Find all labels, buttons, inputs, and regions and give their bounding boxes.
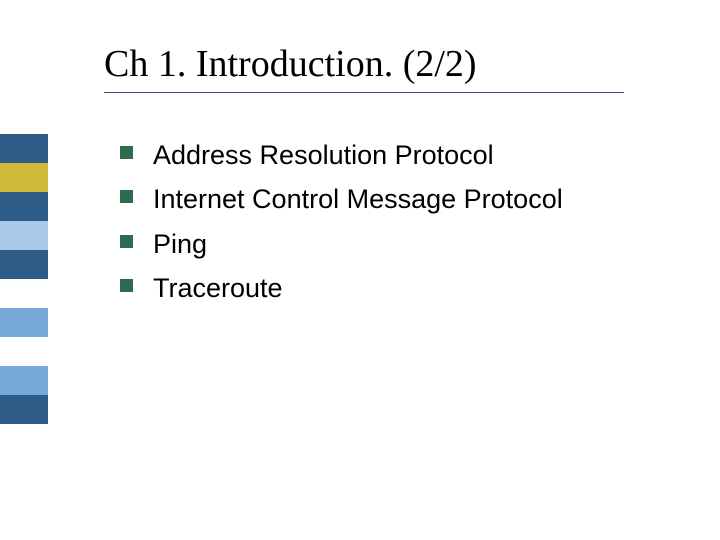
bullet-icon xyxy=(120,146,133,159)
deco-block xyxy=(0,308,48,337)
deco-block xyxy=(0,366,48,395)
bullet-icon xyxy=(120,279,133,292)
deco-block xyxy=(0,395,48,424)
slide-content: Ch 1. Introduction. (2/2) Address Resolu… xyxy=(104,42,680,315)
bullet-list: Address Resolution Protocol Internet Cont… xyxy=(104,137,680,307)
decorative-left-strip xyxy=(0,134,48,424)
list-item: Ping xyxy=(120,226,680,262)
deco-block xyxy=(0,134,48,163)
bullet-icon xyxy=(120,190,133,203)
deco-block xyxy=(0,192,48,221)
deco-block xyxy=(0,337,48,366)
deco-block xyxy=(0,250,48,279)
deco-block xyxy=(0,163,48,192)
bullet-text: Ping xyxy=(153,226,207,262)
title-underline xyxy=(104,92,624,93)
deco-block xyxy=(0,221,48,250)
list-item: Internet Control Message Protocol xyxy=(120,181,680,217)
list-item: Traceroute xyxy=(120,270,680,306)
bullet-icon xyxy=(120,235,133,248)
bullet-text: Address Resolution Protocol xyxy=(153,137,494,173)
slide-title: Ch 1. Introduction. (2/2) xyxy=(104,42,680,86)
deco-block xyxy=(0,279,48,308)
bullet-text: Internet Control Message Protocol xyxy=(153,181,563,217)
bullet-text: Traceroute xyxy=(153,270,283,306)
list-item: Address Resolution Protocol xyxy=(120,137,680,173)
